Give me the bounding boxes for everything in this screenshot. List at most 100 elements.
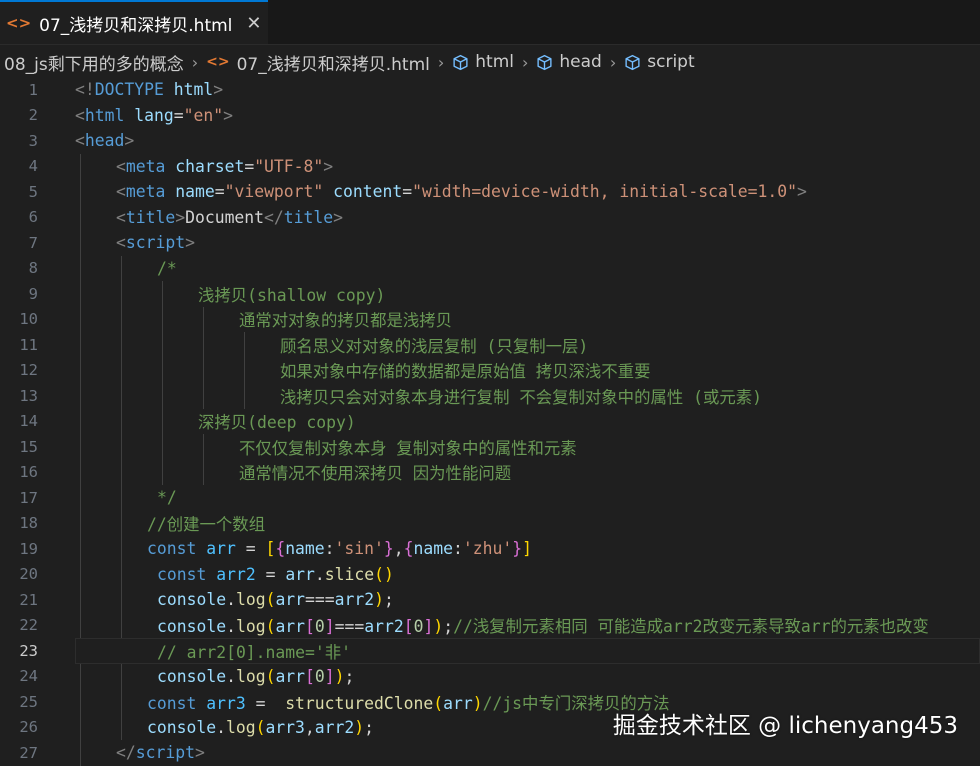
code-line[interactable]: 9 浅拷贝(shallow copy)	[0, 281, 980, 307]
code-text: <meta charset="UTF-8">	[116, 157, 333, 176]
code-editor[interactable]: 1 <!DOCTYPE html> 2 <html lang="en"> 3 <head>…	[0, 77, 980, 766]
close-icon[interactable]: ✕	[246, 13, 261, 34]
code-token: head	[84, 131, 125, 151]
code-line[interactable]: 17 */	[0, 485, 980, 511]
code-token: arr2	[334, 590, 375, 610]
code-token: )	[433, 617, 444, 637]
code-text: 顾名思义对对象的浅层复制 (只复制一层)	[280, 333, 588, 357]
code-token: [	[265, 539, 276, 559]
code-token: arr3	[265, 717, 305, 737]
breadcrumb-file[interactable]: <> 07_浅拷贝和深拷贝.html	[206, 50, 430, 75]
breadcrumb-script-label: script	[647, 52, 695, 72]
line-number: 12	[19, 361, 38, 380]
code-line[interactable]: 20 const arr2 = arr.slice()	[0, 562, 980, 588]
line-number: 17	[19, 488, 38, 507]
code-line[interactable]: 14 深拷贝(deep copy)	[0, 409, 980, 435]
code-line[interactable]: 7 <script>	[0, 230, 980, 256]
code-line[interactable]: 5 <meta name="viewport" content="width=de…	[0, 179, 980, 205]
code-token: [	[305, 617, 315, 637]
symbol-element-icon	[452, 54, 469, 71]
code-line[interactable]: 22 console.log(arr[0]===arr2[0]);//浅复制元素相…	[0, 613, 980, 639]
code-text: <html lang="en">	[75, 106, 233, 125]
code-text: // arr2[0].name='非'	[157, 639, 351, 663]
code-text: 通常情况不使用深拷贝 因为性能问题	[239, 460, 511, 484]
code-text: 如果对象中存储的数据都是原始值 拷贝深浅不重要	[280, 358, 650, 382]
code-token: )	[374, 590, 385, 610]
code-text: 浅拷贝(shallow copy)	[198, 282, 385, 306]
code-line[interactable]: 24 console.log(arr[0]);	[0, 664, 980, 690]
code-line[interactable]: 19 const arr = [{name:'sin'},{name:'zhu'}…	[0, 536, 980, 562]
line-number: 24	[19, 667, 38, 686]
editor-tab[interactable]: <> 07_浅拷贝和深拷贝.html ✕	[0, 0, 268, 44]
code-token: arr	[275, 666, 306, 686]
code-line[interactable]: 4 <meta charset="UTF-8">	[0, 154, 980, 180]
code-token: Document	[185, 207, 265, 227]
code-token: title	[283, 207, 334, 227]
code-line[interactable]: 6 <title>Document</title>	[0, 205, 980, 231]
code-text: 深拷贝(deep copy)	[198, 409, 356, 433]
code-token: :	[324, 539, 335, 559]
breadcrumb-folder[interactable]: 08_js剩下用的多的概念	[4, 50, 184, 75]
code-line[interactable]: 13 浅拷贝只会对对象本身进行复制 不会复制对象中的属性 (或元素)	[0, 383, 980, 409]
code-token: :	[453, 539, 463, 559]
code-text: <script>	[116, 233, 195, 252]
code-token: <	[116, 207, 126, 227]
breadcrumb-script[interactable]: script	[624, 52, 695, 72]
code-token: html	[84, 105, 125, 125]
chevron-right-icon: ›	[437, 52, 445, 72]
code-text: //创建一个数组	[147, 511, 265, 535]
code-token: DOCTYPE	[94, 80, 164, 100]
code-token: }	[512, 539, 523, 559]
code-line[interactable]: 18 //创建一个数组	[0, 511, 980, 537]
code-line[interactable]: 8 /*	[0, 256, 980, 282]
code-token: </	[264, 207, 284, 227]
code-token: ]	[423, 617, 434, 637]
code-line[interactable]: 11 顾名思义对对象的浅层复制 (只复制一层)	[0, 332, 980, 358]
code-line[interactable]: 15 不仅仅复制对象本身 复制对象中的属性和元素	[0, 434, 980, 460]
code-line[interactable]: 1 <!DOCTYPE html>	[0, 77, 980, 103]
chevron-right-icon: ›	[522, 52, 529, 72]
code-token: console	[147, 717, 217, 737]
code-text: */	[157, 488, 177, 507]
code-token: )	[472, 693, 483, 713]
code-token: "en"	[183, 105, 224, 125]
breadcrumb-head[interactable]: head	[536, 52, 602, 72]
code-token: >	[223, 105, 233, 125]
code-token: structuredClone	[285, 693, 434, 713]
code-token: ()	[374, 564, 394, 584]
code-token: (	[433, 693, 444, 713]
code-line[interactable]: 3 <head>	[0, 128, 980, 154]
code-token: )	[334, 666, 345, 686]
code-token: slice	[324, 564, 375, 584]
code-line[interactable]: 23 // arr2[0].name='非'	[0, 638, 980, 664]
breadcrumb-html[interactable]: html	[452, 52, 514, 72]
code-token: title	[125, 207, 176, 227]
code-line[interactable]: 21 console.log(arr===arr2);	[0, 587, 980, 613]
line-number: 14	[19, 412, 38, 431]
code-token: >	[323, 156, 334, 176]
code-line[interactable]: 10 通常对对象的拷贝都是浅拷贝	[0, 307, 980, 333]
code-token: (	[255, 717, 266, 737]
code-text: const arr = [{name:'sin'},{name:'zhu'}]	[147, 539, 532, 558]
code-token: log	[225, 717, 256, 737]
code-token: /*	[157, 258, 177, 278]
code-token: >	[124, 131, 135, 151]
code-token: .	[314, 564, 325, 584]
code-token: const	[147, 539, 197, 559]
breadcrumb: 08_js剩下用的多的概念 › <> 07_浅拷贝和深拷贝.html › htm…	[0, 44, 980, 80]
code-token: //浅复制元素相同 可能造成arr2改变元素导致arr的元素也改变	[453, 617, 929, 637]
code-line[interactable]: 16 通常情况不使用深拷贝 因为性能问题	[0, 460, 980, 486]
breadcrumb-file-label: 07_浅拷贝和深拷贝.html	[236, 54, 430, 75]
line-number: 1	[28, 80, 38, 99]
code-line[interactable]: 12 如果对象中存储的数据都是原始值 拷贝深浅不重要	[0, 358, 980, 384]
code-line[interactable]: 27 </script>	[0, 740, 980, 766]
code-token: >	[213, 80, 224, 100]
code-text: <title>Document</title>	[116, 208, 343, 227]
code-token: script	[125, 233, 186, 253]
code-token: 0	[314, 666, 325, 686]
code-token: <	[75, 105, 85, 125]
code-line[interactable]: 2 <html lang="en">	[0, 103, 980, 129]
code-token: =	[214, 182, 225, 202]
